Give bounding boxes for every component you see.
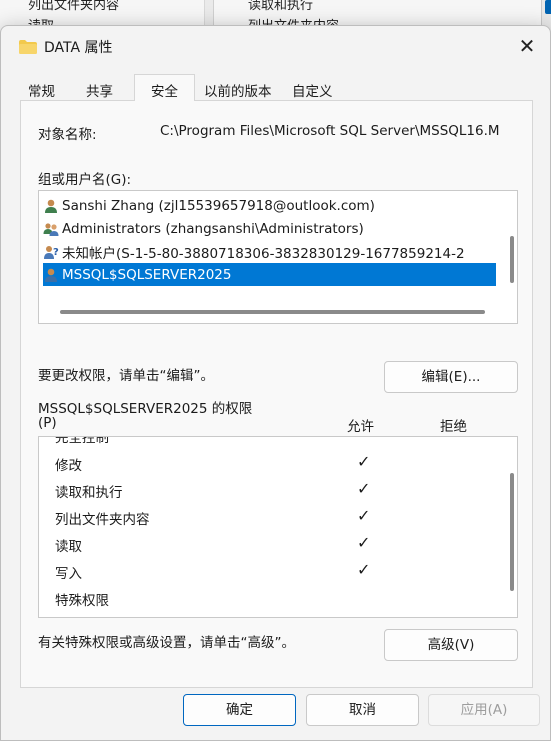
user-name: Administrators (zhangsanshi\Administrato… [62,220,364,237]
allow-header: 允许 [347,419,374,435]
check-icon: ✓ [357,533,371,552]
vertical-scrollbar[interactable] [510,236,514,283]
perm-name: 特殊权限 [55,593,109,609]
list-item[interactable]: ? 未知帐户(S-1-5-80-3880718306-3832830129-16… [43,240,496,263]
bg-checkbox [545,0,551,14]
user-icon [45,199,57,213]
tab-sharing[interactable]: 共享 [78,78,121,100]
list-item-selected[interactable]: MSSQL$SQLSERVER2025 [43,263,496,286]
security-panel: 对象名称: C:\Program Files\Microsoft SQL Ser… [20,100,533,688]
perm-row: 读取 ✓ [39,531,499,558]
perm-row: 特殊权限 [39,585,499,612]
cancel-button[interactable]: 取消 [306,694,419,726]
tab-customize[interactable]: 自定义 [284,78,341,100]
close-button[interactable]: ✕ [504,26,550,66]
apply-button[interactable]: 应用(A) [428,694,540,726]
users-list[interactable]: Sanshi Zhang (zjl15539657918@outlook.com… [38,190,518,324]
perm-name: 读取 [55,539,82,555]
list-item[interactable]: Administrators (zhangsanshi\Administrato… [43,217,496,240]
check-icon: ✓ [357,560,371,579]
horizontal-scrollbar[interactable] [60,310,485,314]
folder-icon [19,40,37,54]
vertical-scrollbar[interactable] [510,473,514,591]
permissions-title: MSSQL$SQLSERVER2025 的权限 [38,401,253,417]
close-icon: ✕ [518,34,536,58]
edit-button[interactable]: 编辑(E)... [384,361,518,393]
tab-previous-versions[interactable]: 以前的版本 [196,78,280,100]
perm-name: 完全控制 [55,436,109,446]
permissions-title-suffix: (P) [38,415,57,431]
check-icon: ✓ [357,452,371,471]
svg-text:?: ? [53,247,59,258]
check-icon: ✓ [357,506,371,525]
users-label: 组或用户名(G): [38,172,132,188]
list-item[interactable]: Sanshi Zhang (zjl15539657918@outlook.com… [43,194,496,217]
ok-button[interactable]: 确定 [183,694,296,726]
perm-row: 读取和执行 ✓ [39,477,499,504]
check-icon: ✓ [357,479,371,498]
bg-list-item: 读取和执行 [248,0,314,13]
perm-name: 读取和执行 [55,485,123,501]
perm-row: 写入 ✓ [39,558,499,585]
perm-row: 列出文件夹内容 ✓ [39,504,499,531]
user-name: Sanshi Zhang (zjl15539657918@outlook.com… [62,197,375,214]
user-name: MSSQL$SQLSERVER2025 [62,266,232,283]
title-bar[interactable]: DATA 属性 ✕ [1,26,550,68]
perm-row: 完全控制 [39,436,499,449]
group-icon [43,222,59,236]
advanced-button[interactable]: 高级(V) [384,629,518,661]
user-name: 未知帐户(S-1-5-80-3880718306-3832830129-1677… [62,245,465,262]
perm-name: 列出文件夹内容 [55,512,150,528]
tab-general[interactable]: 常规 [20,78,63,100]
permissions-list[interactable]: 完全控制 修改 ✓ 读取和执行 ✓ 列出文件夹内容 ✓ 读取 ✓ 写入 ✓ 特殊… [38,436,518,618]
tab-security[interactable]: 安全 [134,74,195,101]
deny-header: 拒绝 [440,419,467,435]
edit-hint: 要更改权限，请单击“编辑”。 [38,368,214,384]
bg-list-item: 列出文件夹内容 [28,0,120,13]
perm-name: 写入 [55,566,82,582]
perm-row: 修改 ✓ [39,450,499,477]
properties-dialog: DATA 属性 ✕ 常规 共享 安全 以前的版本 自定义 对象名称: C:\Pr… [0,25,551,741]
object-name-value: C:\Program Files\Microsoft SQL Server\MS… [160,123,500,139]
user-icon [45,268,57,282]
object-name-label: 对象名称: [38,127,97,143]
perm-name: 修改 [55,458,82,474]
unknown-user-icon: ? [44,245,59,259]
advanced-hint: 有关特殊权限或高级设置，请单击“高级”。 [38,635,295,651]
window-title: DATA 属性 [44,40,113,56]
